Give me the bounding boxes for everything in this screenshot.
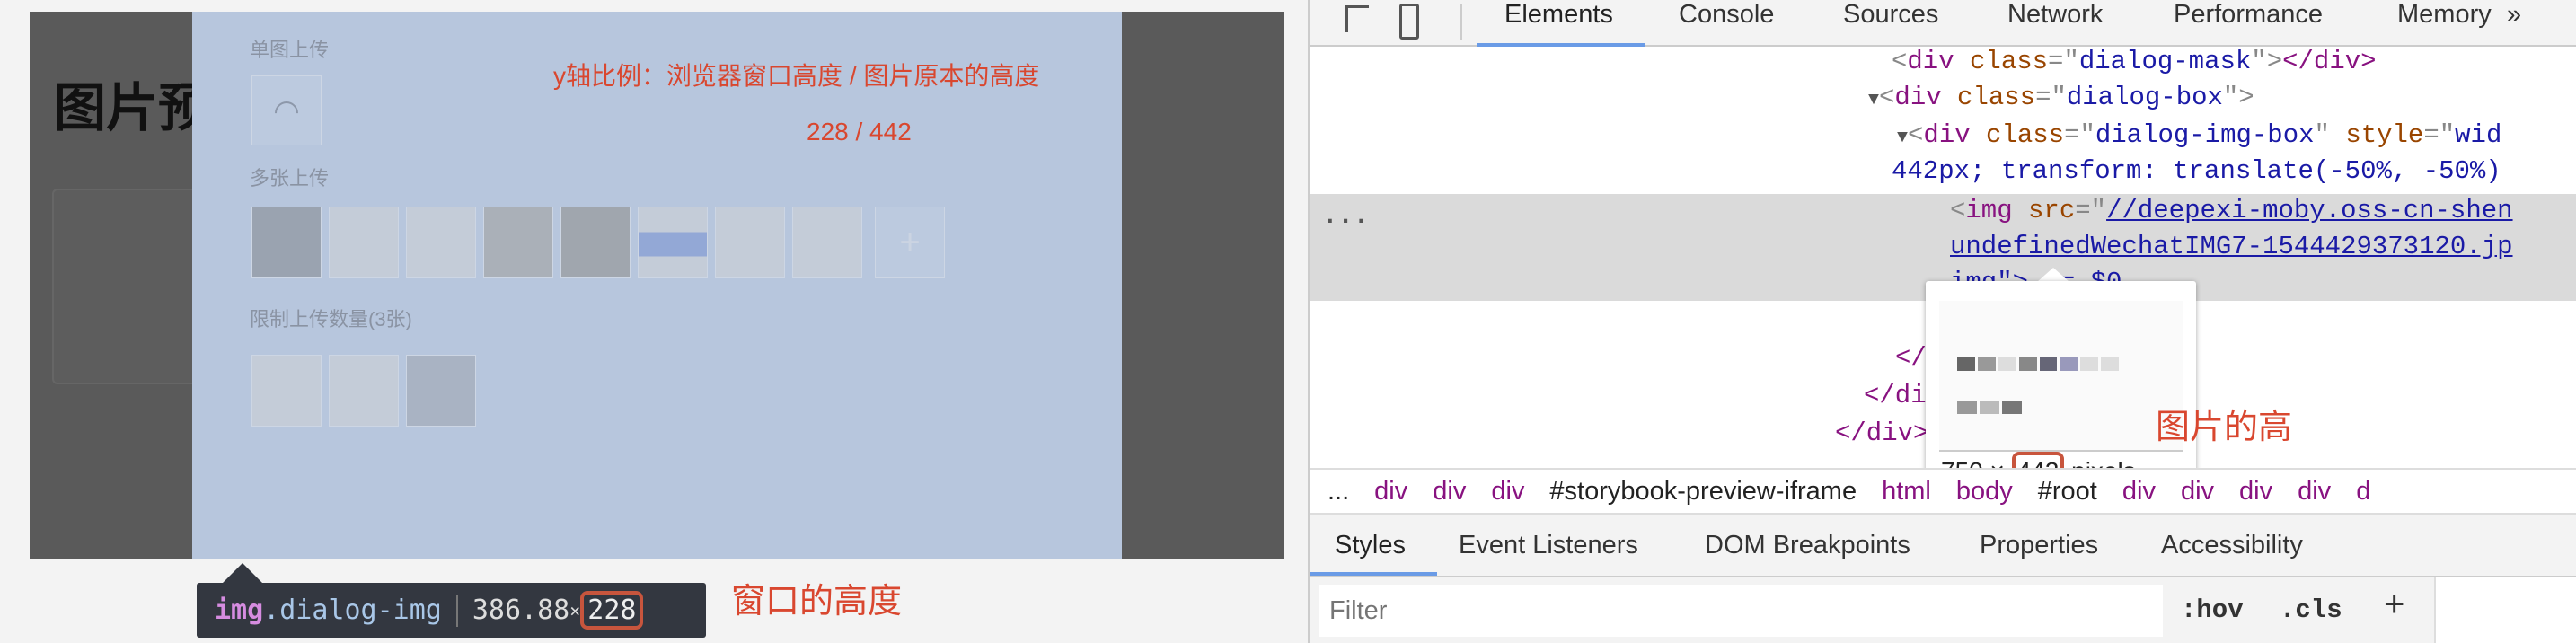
tooltip-arrow: [223, 563, 262, 583]
add-image-button[interactable]: +: [875, 207, 945, 278]
annotation-ratio-value: 228 / 442: [807, 118, 912, 145]
new-style-rule-button[interactable]: +: [2384, 585, 2404, 625]
filter-input[interactable]: [1319, 585, 2163, 637]
device-toolbar-icon[interactable]: [1399, 4, 1419, 40]
breadcrumb-item[interactable]: div: [2298, 477, 2331, 506]
page-title: 图片预: [54, 79, 211, 137]
code-line[interactable]: img"> == $0: [1950, 264, 2122, 282]
code-line[interactable]: </: [1895, 339, 1927, 376]
breadcrumb-item[interactable]: d: [2356, 477, 2370, 506]
thumbnail[interactable]: [406, 355, 476, 427]
thumbnail[interactable]: [638, 207, 708, 278]
tooltip-class: .dialog-img: [263, 595, 442, 626]
thumbnail[interactable]: [329, 207, 399, 278]
annotation-image-height: 图片的高: [2156, 409, 2293, 446]
breadcrumb-item[interactable]: ...: [1328, 477, 1349, 506]
preview-thumbs: [1957, 401, 2022, 414]
code-line[interactable]: <img src="//deepexi-moby.oss-cn-shen: [1950, 192, 2513, 229]
section-limited-upload: 限制上传数量(3张): [250, 308, 412, 330]
breadcrumb-item[interactable]: div: [2122, 477, 2156, 506]
thumbnail[interactable]: [406, 207, 476, 278]
node-menu-dots[interactable]: ...: [1322, 198, 1369, 234]
section-single-upload: 单图上传: [250, 39, 330, 61]
code-line[interactable]: </di: [1864, 377, 1927, 414]
annotation-window-height: 窗口的高度: [731, 583, 903, 621]
breadcrumb-item[interactable]: #root: [2038, 477, 2097, 506]
breadcrumb-item[interactable]: div: [1374, 477, 1407, 506]
active-tab-indicator: [1477, 43, 1645, 47]
dialog-img-highlight[interactable]: 单图上传 多张上传 + 限制上传数量(3张) y轴比例：浏览器窗口高度 / 图片…: [192, 12, 1122, 559]
section-multi-upload: 多张上传: [250, 167, 330, 189]
tooltip-tag: img: [215, 595, 264, 626]
thumbnail[interactable]: [329, 355, 399, 427]
breadcrumb-item[interactable]: div: [2239, 477, 2272, 506]
divider: [1460, 4, 1462, 40]
img-src-link[interactable]: undefinedWechatIMG7-1544429373120.jp: [1950, 228, 2513, 265]
element-tooltip: img .dialog-img 386.88 × 228: [197, 583, 706, 638]
preview-arrow: [2037, 268, 2069, 282]
times-sign: ×: [569, 599, 581, 621]
preview-thumbs: [1957, 357, 2119, 371]
active-tab-indicator: [1310, 572, 1437, 576]
limited-thumbnails: [251, 355, 476, 427]
tab-performance[interactable]: Performance: [2174, 0, 2323, 30]
code-line[interactable]: ▼<div class="dialog-box">: [1868, 79, 2254, 119]
thumbnail[interactable]: [251, 207, 322, 278]
devtools-toolbar: Elements Console Sources Network Perform…: [1310, 0, 2576, 47]
code-line[interactable]: ▼<div class="dialog-img-box" style="wid: [1897, 117, 2501, 156]
tab-network[interactable]: Network: [2007, 0, 2103, 30]
styles-filter-bar: :hov .cls +: [1310, 577, 2576, 643]
inspect-element-icon[interactable]: [1345, 5, 1369, 32]
breadcrumb-item[interactable]: #storybook-preview-iframe: [1549, 477, 1857, 506]
annotation-y-ratio: y轴比例：浏览器窗口高度 / 图片原本的高度: [553, 62, 1040, 90]
tab-accessibility[interactable]: Accessibility: [2161, 531, 2303, 560]
breadcrumb: ... div div div #storybook-preview-ifram…: [1310, 468, 2576, 515]
tab-memory[interactable]: Memory: [2397, 0, 2492, 30]
expand-triangle-icon: ▼: [1868, 90, 1880, 110]
devtools-panel: Elements Console Sources Network Perform…: [1308, 0, 2576, 643]
preview-image: [1939, 301, 2183, 452]
thumbnail[interactable]: [483, 207, 553, 278]
thumbnail[interactable]: [715, 207, 785, 278]
breadcrumb-item[interactable]: div: [1433, 477, 1466, 506]
loading-icon: [269, 96, 304, 130]
tab-console[interactable]: Console: [1679, 0, 1774, 30]
tooltip-width: 386.88: [472, 595, 570, 626]
tab-properties[interactable]: Properties: [1980, 531, 2098, 560]
tab-styles[interactable]: Styles: [1335, 531, 1406, 560]
page-viewport: 图片预 单图上传 多张上传 + 限制上传数量(3张) y轴比例：浏览器窗口高度 …: [0, 0, 1308, 643]
tooltip-height: 228: [580, 591, 644, 630]
expand-triangle-icon: ▼: [1897, 128, 1909, 148]
sidebar-tabs: Styles Event Listeners DOM Breakpoints P…: [1310, 515, 2576, 577]
hov-toggle[interactable]: :hov: [2181, 592, 2244, 629]
divider: [455, 594, 458, 627]
code-line[interactable]: <div class="dialog-mask"></div>: [1892, 43, 2377, 80]
code-line[interactable]: 442px; transform: translate(-50%, -50%): [1892, 153, 2501, 189]
thumbnail[interactable]: [251, 355, 322, 427]
tab-event-listeners[interactable]: Event Listeners: [1459, 531, 1638, 560]
tab-elements[interactable]: Elements: [1504, 0, 1613, 30]
box-model-pane: [2434, 577, 2576, 643]
multi-thumbnails: +: [251, 207, 945, 278]
breadcrumb-item[interactable]: div: [2181, 477, 2214, 506]
tab-dom-breakpoints[interactable]: DOM Breakpoints: [1705, 531, 1910, 560]
code-line[interactable]: </div>: [1835, 415, 1928, 452]
thumbnail[interactable]: [792, 207, 862, 278]
thumbnail[interactable]: [560, 207, 631, 278]
single-upload-box[interactable]: [251, 75, 322, 145]
tab-sources[interactable]: Sources: [1843, 0, 1938, 30]
breadcrumb-item[interactable]: html: [1882, 477, 1931, 506]
more-tabs-icon[interactable]: »: [2507, 0, 2521, 30]
breadcrumb-item[interactable]: div: [1491, 477, 1524, 506]
breadcrumb-item[interactable]: body: [1956, 477, 2013, 506]
cls-toggle[interactable]: .cls: [2280, 592, 2342, 629]
